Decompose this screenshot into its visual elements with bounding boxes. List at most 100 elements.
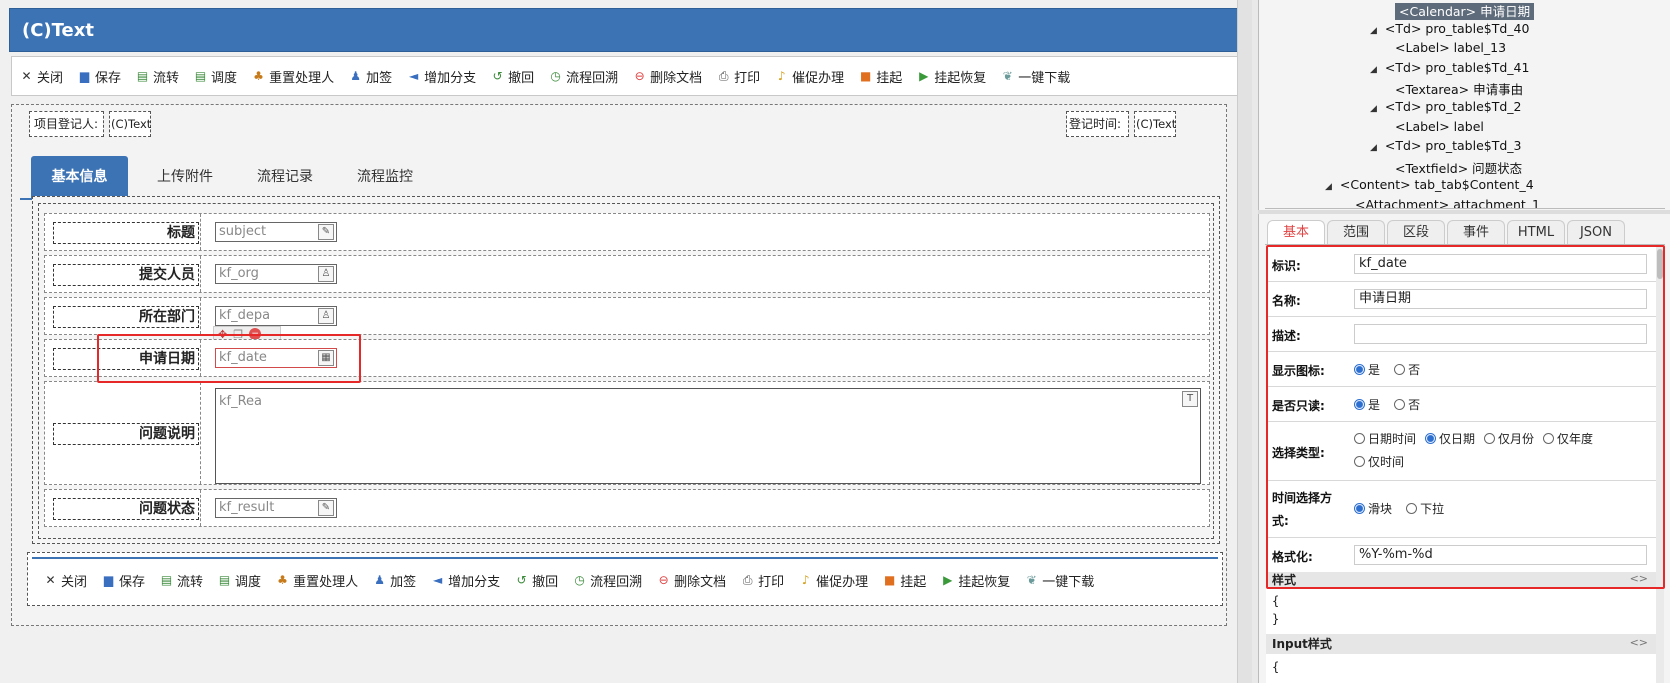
style-code-open[interactable]: { [1272,594,1279,608]
tree-node[interactable]: <Label> label [1395,119,1484,134]
prop-tab-json[interactable]: JSON [1567,220,1625,244]
tree-node[interactable]: ◢ <Td> pro_table$Td_41 [1370,60,1529,75]
toolbar-button-add-branch[interactable]: ◄ 增加分支 [431,571,500,590]
expand-triangle-icon[interactable]: ◢ [1325,182,1332,192]
date-field[interactable]: kf_date ▦ [215,348,337,368]
expand-triangle-icon[interactable]: ◢ [1370,26,1377,36]
toolbar-button-schedule[interactable]: ▤ 调度 [218,571,261,590]
designer-scrollbar[interactable] [1237,0,1252,683]
style-section: 样式 <> { } [1266,572,1656,635]
tree-node[interactable]: <Attachment> attachment_1 [1355,197,1540,208]
toolbar-button-add-branch[interactable]: ◄ 增加分支 [407,67,476,86]
style-header[interactable]: 样式 [1266,572,1656,588]
toolbar-button-close[interactable]: ✕ 关闭 [44,571,87,590]
form-tabs: 基本信息 上传附件 流程记录 流程监控 [20,156,1220,200]
readonly-yes[interactable]: 是 [1354,398,1380,412]
show-icon-no[interactable]: 否 [1394,363,1420,377]
prop-name-input[interactable]: 申请日期 [1354,289,1647,309]
toolbar-button-urge[interactable]: ♪ 催促办理 [799,571,868,590]
prop-id-input[interactable]: kf_date [1354,254,1647,274]
registrant-value-box[interactable]: (C)Text [109,111,151,137]
toolbar-button-delete-doc[interactable]: ⊖ 删除文档 [633,67,703,86]
toolbar-button-suspend[interactable]: ■ 挂起 [883,571,926,590]
show-icon-yes[interactable]: 是 [1354,363,1380,377]
suspend-icon: ■ [884,572,896,587]
toolbar-button-download[interactable]: ❦ 一键下载 [1001,67,1071,86]
toolbar-button-save[interactable]: ▆ 保存 [102,571,145,590]
toolbar-button-add-sign[interactable]: ♟ 加签 [349,67,392,86]
prop-tab-html[interactable]: HTML [1507,220,1565,244]
subject-field[interactable]: subject ✎ [215,222,337,242]
toolbar-button-suspend[interactable]: ■ 挂起 [859,67,902,86]
org-field[interactable]: kf_org ♙ [215,264,337,284]
tree-node[interactable]: <Label> label_13 [1395,40,1506,55]
tree-node[interactable]: ◢ <Td> pro_table$Td_40 [1370,21,1529,36]
toolbar-button-withdraw[interactable]: ↺ 撤回 [491,67,535,86]
tree-node[interactable]: <Textarea> 申请事由 [1395,79,1523,98]
prop-tab-basic[interactable]: 基本 [1267,220,1325,244]
time-mode-slider[interactable]: 滑块 [1354,502,1392,516]
tab-flow-monitor[interactable]: 流程监控 [340,156,430,198]
prop-desc-input[interactable] [1354,324,1647,344]
field-row-reason: 问题说明 kf_Rea T [44,381,1210,485]
expand-triangle-icon[interactable]: ◢ [1370,143,1377,153]
panel-splitter[interactable] [1258,210,1670,214]
toolbar-button-flow-trace[interactable]: ◷ 流程回溯 [549,67,618,86]
expand-triangle-icon[interactable]: ◢ [1370,104,1377,114]
select-type-option[interactable]: 仅日期 [1425,432,1475,446]
toolbar-button-reset-handler[interactable]: ♣ 重置处理人 [276,571,358,590]
toolbar-button-transfer[interactable]: ▤ 流转 [136,67,179,86]
prop-row-name: 名称: 申请日期 [1266,282,1656,317]
toolbar-button-reset-handler[interactable]: ♣ 重置处理人 [252,67,334,86]
select-type-option[interactable]: 仅月份 [1484,432,1534,446]
tree-node[interactable]: <Calendar> 申请日期 [1395,1,1535,20]
expand-icon[interactable]: <> [1630,572,1648,585]
tree-node[interactable]: ◢ <Td> pro_table$Td_3 [1370,138,1522,153]
toolbar-button-transfer[interactable]: ▤ 流转 [160,571,203,590]
toolbar-button-download[interactable]: ❦ 一键下载 [1025,571,1095,590]
prop-scrollbar-thumb[interactable] [1657,249,1663,279]
flow-trace-icon: ◷ [550,68,561,83]
toolbar-button-resume[interactable]: ▶ 挂起恢复 [941,571,1010,590]
reason-textarea[interactable]: kf_Rea T [215,388,1201,484]
toolbar-button-print[interactable]: ⎙ 打印 [741,571,784,590]
toolbar-button-withdraw[interactable]: ↺ 撤回 [515,571,559,590]
toolbar-button-print[interactable]: ⎙ 打印 [717,67,760,86]
readonly-no[interactable]: 否 [1394,398,1420,412]
tab-flow-record[interactable]: 流程记录 [240,156,330,198]
transfer-icon: ▤ [136,68,149,83]
tab-basic-info[interactable]: 基本信息 [31,156,128,198]
toolbar-label: 催促办理 [792,70,845,86]
select-type-option[interactable]: 仅时间 [1354,455,1404,469]
prop-tab-scope[interactable]: 范围 [1327,220,1385,244]
expand-triangle-icon[interactable]: ◢ [1370,65,1377,75]
tree-node[interactable]: ◢ <Content> tab_tab$Content_4 [1325,177,1534,192]
input-style-code[interactable]: { [1272,660,1279,674]
toolbar-label: 一键下载 [1018,70,1071,86]
tree-node[interactable]: ◢ <Td> pro_table$Td_2 [1370,99,1522,114]
toolbar-button-urge[interactable]: ♪ 催促办理 [775,67,844,86]
select-type-option[interactable]: 仅年度 [1543,432,1593,446]
dept-field[interactable]: kf_depa ♙ [215,306,337,326]
toolbar-button-save[interactable]: ▆ 保存 [78,67,121,86]
toolbar-label: 增加分支 [448,574,501,590]
toolbar-button-schedule[interactable]: ▤ 调度 [194,67,237,86]
input-style-expand-icon[interactable]: <> [1630,636,1648,649]
toolbar-button-add-sign[interactable]: ♟ 加签 [373,571,416,590]
toolbar-button-delete-doc[interactable]: ⊖ 删除文档 [657,571,727,590]
toolbar-button-flow-trace[interactable]: ◷ 流程回溯 [573,571,642,590]
tab-upload-attachment[interactable]: 上传附件 [140,156,230,198]
prop-format-input[interactable]: %Y-%m-%d [1354,545,1647,565]
time-mode-dropdown[interactable]: 下拉 [1406,502,1444,516]
style-code-close[interactable]: } [1272,612,1279,626]
prop-tab-section[interactable]: 区段 [1387,220,1445,244]
tree-node[interactable]: <Textfield> 问题状态 [1395,158,1522,177]
prop-scrollbar[interactable] [1656,247,1664,683]
select-type-option[interactable]: 日期时间 [1354,432,1416,446]
toolbar-button-resume[interactable]: ▶ 挂起恢复 [917,67,986,86]
input-style-header[interactable]: Input样式 [1266,634,1656,654]
reg-time-value-box[interactable]: (C)Text [1134,111,1176,137]
toolbar-button-close[interactable]: ✕ 关闭 [20,67,63,86]
prop-tab-event[interactable]: 事件 [1447,220,1505,244]
result-field[interactable]: kf_result ✎ [215,498,337,518]
